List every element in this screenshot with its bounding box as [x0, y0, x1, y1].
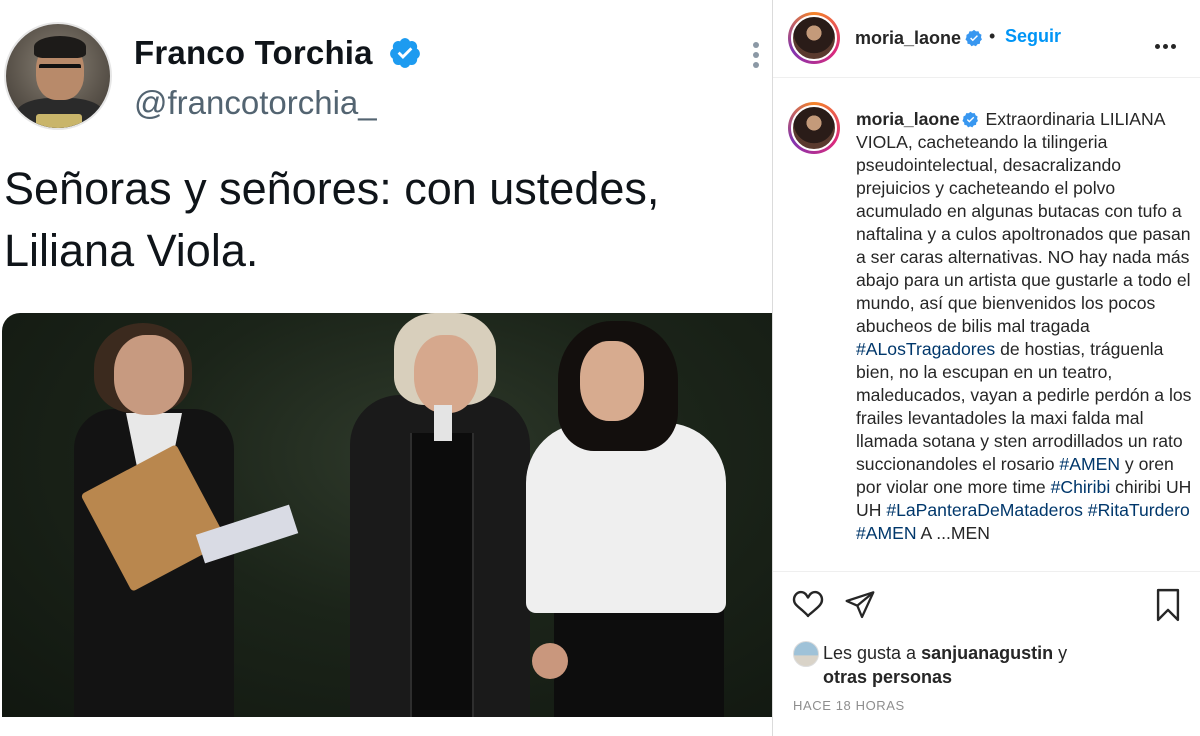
profile-avatar[interactable]	[788, 12, 840, 64]
hashtag-link[interactable]: #AMEN	[856, 523, 917, 543]
tweet-screenshot: Franco Torchia @francotorchia_ Señoras y…	[0, 0, 772, 736]
tweet-text: Señoras y señores: con ustedes, Liliana …	[4, 158, 764, 282]
caption-avatar[interactable]	[788, 102, 840, 154]
verified-badge-icon	[965, 29, 982, 47]
hashtag-link[interactable]: #ALosTragadores	[856, 339, 995, 359]
caption-text: Extraordinaria LILIANA VIOLA, cacheteand…	[856, 109, 1191, 336]
tweet-text-line: Señoras y señores: con ustedes,	[4, 163, 660, 214]
likes-others-link[interactable]: otras personas	[823, 667, 952, 687]
tweet-author-handle: @francotorchia_	[134, 84, 377, 121]
caption-username[interactable]: moria_laone	[856, 109, 960, 129]
hashtag-link[interactable]: #Chiribi	[1051, 477, 1111, 497]
more-options-icon[interactable]	[748, 42, 764, 72]
caption-body: Extraordinaria LILIANA VIOLA, cacheteand…	[856, 109, 1191, 543]
tweet-avatar	[4, 22, 112, 130]
hashtag-link[interactable]: #LaPanteraDeMataderos	[886, 500, 1083, 520]
verified-badge-icon	[390, 38, 420, 68]
header-divider	[773, 77, 1200, 78]
likes-middle: y	[1053, 643, 1068, 663]
post-timestamp[interactable]: HACE 18 HORAS	[793, 698, 905, 713]
tweet-photo	[2, 313, 772, 717]
follow-button[interactable]: Seguir	[1005, 26, 1061, 47]
liker-avatar[interactable]	[793, 641, 819, 667]
caption-text: A ...MEN	[916, 523, 990, 543]
tweet-author-name: Franco Torchia	[134, 34, 373, 71]
post-caption: moria_laone Extraordinaria LILIANA VIOLA…	[856, 108, 1192, 545]
bookmark-icon[interactable]	[1153, 588, 1183, 622]
tweet-text-line: Liliana Viola.	[4, 225, 259, 276]
likes-summary: Les gusta a sanjuanagustin y otras perso…	[823, 641, 1183, 689]
heart-icon[interactable]	[791, 588, 825, 620]
liker-username[interactable]: sanjuanagustin	[921, 643, 1053, 663]
verified-badge-icon	[962, 111, 978, 128]
paper-plane-icon[interactable]	[843, 589, 877, 621]
hashtag-link[interactable]: #RitaTurdero	[1088, 500, 1190, 520]
actions-divider	[773, 571, 1200, 572]
hashtag-link[interactable]: #AMEN	[1059, 454, 1120, 474]
ellipsis-icon[interactable]	[1155, 36, 1179, 49]
instagram-post-panel: moria_laone • Seguir moria_laone Extraor…	[773, 0, 1200, 736]
post-username[interactable]: moria_laone	[855, 28, 961, 49]
likes-prefix: Les gusta a	[823, 643, 922, 663]
separator-dot: •	[989, 26, 996, 46]
